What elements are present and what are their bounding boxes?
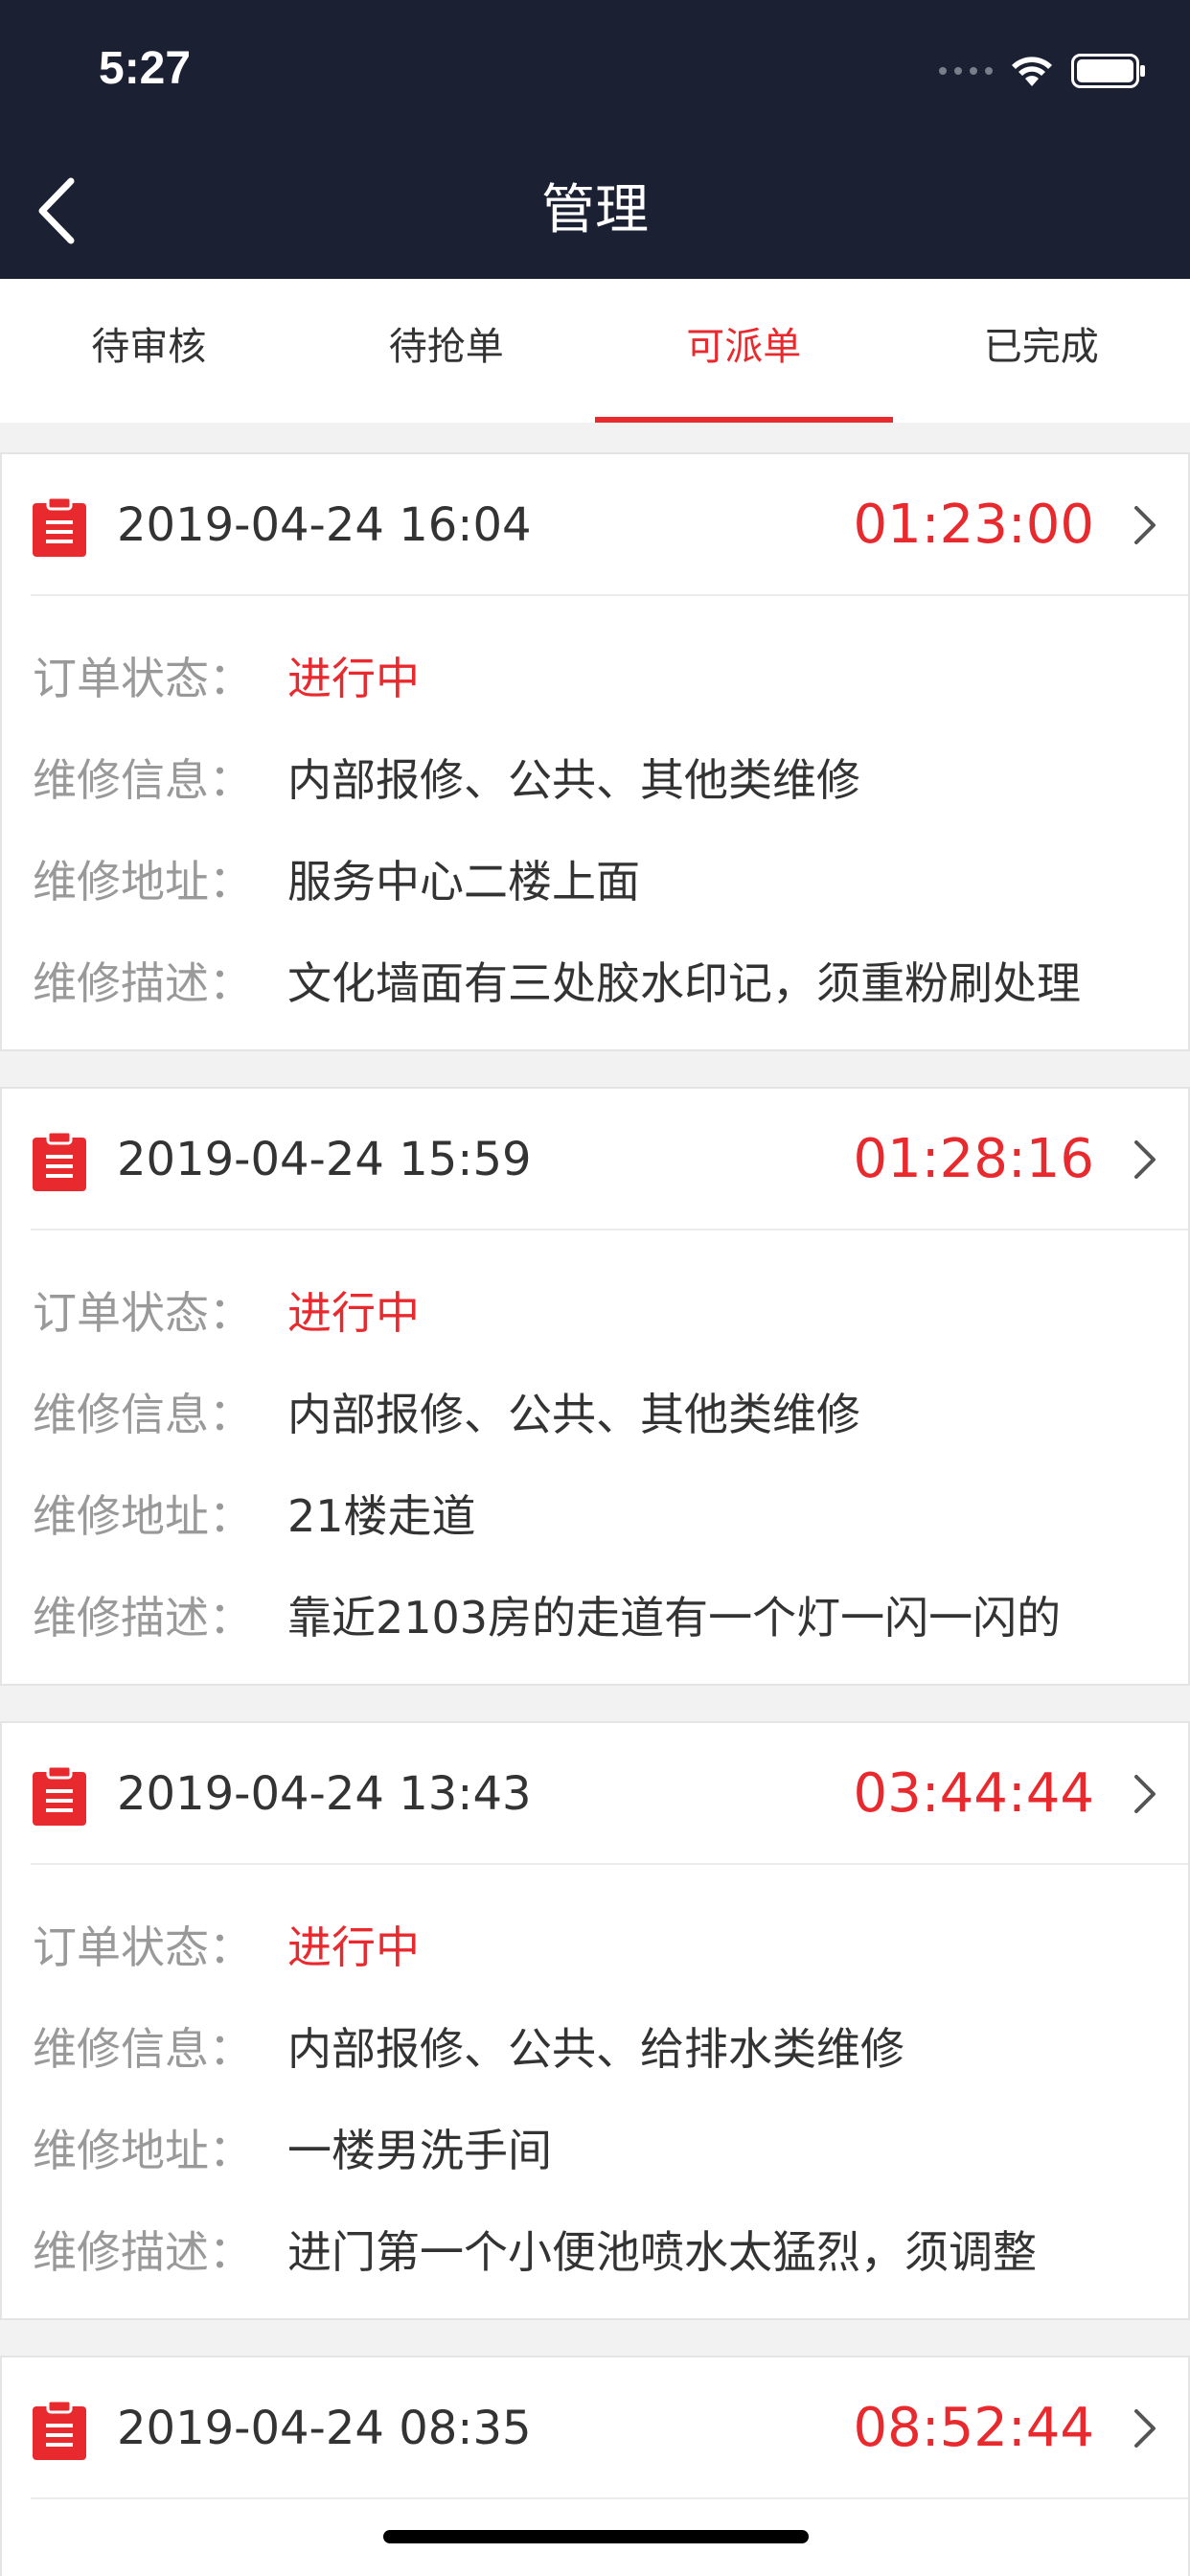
top-bar: 5:27 管理 — [0, 0, 1190, 279]
repair-address-label: 维修地址： — [33, 856, 253, 908]
chevron-right-icon — [1134, 2409, 1156, 2448]
repair-info-label: 维修信息： — [33, 2023, 253, 2075]
order-card[interactable]: 2019-04-24 13:43 03:44:44 订单状态： 进行中 维修信息：… — [0, 1721, 1190, 2320]
repair-info-value: 内部报修、公共、其他类维修 — [287, 754, 860, 806]
order-status-row: 订单状态： 进行中 — [33, 1275, 420, 1351]
order-card-header[interactable]: 2019-04-24 13:43 03:44:44 — [31, 1723, 1188, 1865]
clipboard-icon — [33, 1132, 86, 1191]
repair-info-row: 维修信息： 内部报修、公共、其他类维修 — [33, 742, 860, 818]
wifi-icon — [1012, 57, 1052, 86]
order-date: 2019-04-24 13:43 — [117, 1767, 532, 1821]
repair-address-value: 服务中心二楼上面 — [287, 856, 640, 908]
repair-desc-row: 维修描述： 靠近2103房的走道有一个灯一闪一闪的 — [33, 1579, 1061, 1656]
order-timer: 01:23:00 — [853, 494, 1094, 556]
repair-desc-value: 文化墙面有三处胶水印记，须重粉刷处理 — [287, 957, 1081, 1009]
repair-address-row: 维修地址： 服务中心二楼上面 — [33, 843, 640, 920]
order-status-value: 进行中 — [287, 653, 420, 704]
repair-info-row: 维修信息： 内部报修、公共、给排水类维修 — [33, 2011, 904, 2087]
home-indicator — [383, 2530, 809, 2543]
order-status-label: 订单状态： — [33, 653, 253, 704]
order-card[interactable]: 2019-04-24 16:04 01:23:00 订单状态： 进行中 维修信息：… — [0, 452, 1190, 1051]
repair-info-label: 维修信息： — [33, 754, 253, 806]
order-status-row: 订单状态： 进行中 — [33, 1909, 420, 1986]
repair-info-value: 内部报修、公共、其他类维修 — [287, 1389, 860, 1440]
tab-bar: 待审核 待抢单 可派单 已完成 — [0, 279, 1190, 423]
repair-address-value: 一楼男洗手间 — [287, 2125, 552, 2176]
repair-desc-label: 维修描述： — [33, 1592, 253, 1644]
order-timer: 08:52:44 — [853, 2397, 1094, 2459]
order-status-label: 订单状态： — [33, 1287, 253, 1339]
repair-address-row: 维修地址： 一楼男洗手间 — [33, 2112, 552, 2189]
tab-pending-grab[interactable]: 待抢单 — [298, 279, 596, 423]
order-timer: 01:28:16 — [853, 1128, 1094, 1190]
repair-desc-value: 靠近2103房的走道有一个灯一闪一闪的 — [287, 1592, 1062, 1644]
status-icons — [939, 50, 1146, 92]
tab-pending-review[interactable]: 待审核 — [0, 279, 298, 423]
order-card-header[interactable]: 2019-04-24 15:59 01:28:16 — [31, 1089, 1188, 1230]
order-date: 2019-04-24 16:04 — [117, 498, 532, 552]
order-status-label: 订单状态： — [33, 1921, 253, 1973]
order-card[interactable]: 2019-04-24 15:59 01:28:16 订单状态： 进行中 维修信息：… — [0, 1087, 1190, 1686]
repair-info-row: 维修信息： 内部报修、公共、其他类维修 — [33, 1376, 860, 1453]
order-date: 2019-04-24 15:59 — [117, 1133, 532, 1186]
clipboard-icon — [33, 2401, 86, 2460]
tab-completed[interactable]: 已完成 — [893, 279, 1190, 423]
signal-icon — [939, 67, 993, 75]
repair-info-label: 维修信息： — [33, 1389, 253, 1440]
status-time: 5:27 — [99, 43, 192, 94]
order-status-value: 进行中 — [287, 1921, 420, 1973]
repair-address-row: 维修地址： 21楼走道 — [33, 1478, 476, 1554]
repair-address-value: 21楼走道 — [287, 1490, 476, 1542]
repair-desc-row: 维修描述： 进门第一个小便池喷水太猛烈，须调整 — [33, 2214, 1037, 2290]
order-card-header[interactable]: 2019-04-24 16:04 01:23:00 — [31, 454, 1188, 596]
repair-desc-label: 维修描述： — [33, 2226, 253, 2278]
repair-desc-row: 维修描述： 文化墙面有三处胶水印记，须重粉刷处理 — [33, 945, 1081, 1022]
repair-address-label: 维修地址： — [33, 2125, 253, 2176]
chevron-right-icon — [1134, 506, 1156, 544]
repair-address-label: 维修地址： — [33, 1490, 253, 1542]
repair-desc-label: 维修描述： — [33, 957, 253, 1009]
order-timer: 03:44:44 — [853, 1762, 1094, 1825]
battery-icon — [1071, 54, 1145, 88]
clipboard-icon — [33, 497, 86, 557]
repair-desc-value: 进门第一个小便池喷水太猛烈，须调整 — [287, 2226, 1037, 2278]
order-card-header[interactable]: 2019-04-24 08:35 08:52:44 — [31, 2358, 1188, 2499]
tab-dispatchable[interactable]: 可派单 — [595, 279, 893, 423]
chevron-right-icon — [1134, 1775, 1156, 1813]
clipboard-icon — [33, 1766, 86, 1826]
order-status-row: 订单状态： 进行中 — [33, 640, 420, 717]
chevron-right-icon — [1134, 1140, 1156, 1179]
order-status-value: 进行中 — [287, 1287, 420, 1339]
repair-info-value: 内部报修、公共、给排水类维修 — [287, 2023, 904, 2075]
order-date: 2019-04-24 08:35 — [117, 2402, 532, 2455]
page-title: 管理 — [541, 179, 649, 242]
